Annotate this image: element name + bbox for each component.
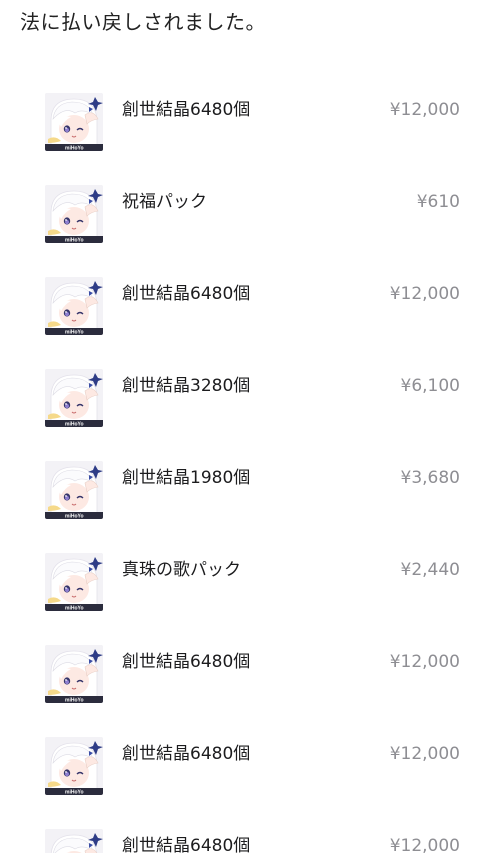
purchase-item-price: ¥3,680: [400, 468, 460, 488]
svg-text:miHoYo: miHoYo: [65, 698, 84, 703]
svg-text:miHoYo: miHoYo: [65, 514, 84, 519]
purchase-item-name: 創世結晶6480個: [122, 652, 251, 672]
purchase-item[interactable]: miHoYo 創世結晶6480個 ¥12,000: [0, 706, 480, 798]
purchase-item-price: ¥2,440: [400, 560, 460, 580]
svg-text:miHoYo: miHoYo: [65, 146, 84, 151]
purchase-item[interactable]: miHoYo 創世結晶1980個 ¥3,680: [0, 430, 480, 522]
purchase-item[interactable]: miHoYo 創世結晶6480個 ¥12,000: [0, 246, 480, 338]
purchase-item[interactable]: miHoYo 創世結晶6480個 ¥12,000: [0, 62, 480, 154]
paimon-app-icon: miHoYo: [45, 829, 103, 853]
paimon-app-icon: miHoYo: [45, 553, 103, 611]
svg-text:miHoYo: miHoYo: [65, 238, 84, 243]
purchase-item[interactable]: miHoYo 創世結晶3280個 ¥6,100: [0, 338, 480, 430]
paimon-app-icon: miHoYo: [45, 277, 103, 335]
purchase-item-price: ¥610: [416, 192, 460, 212]
purchase-item-name: 創世結晶6480個: [122, 744, 251, 764]
paimon-app-icon: miHoYo: [45, 93, 103, 151]
purchase-item[interactable]: miHoYo 創世結晶6480個 ¥12,000: [0, 614, 480, 706]
refund-purchase-history-screen: 法に払い戻しされました。 miHoYo 創世結晶6480個 ¥12,000 mi…: [0, 0, 480, 853]
purchase-item-price: ¥12,000: [389, 100, 460, 120]
purchase-item-name: 真珠の歌パック: [122, 560, 241, 580]
svg-text:miHoYo: miHoYo: [65, 422, 84, 427]
purchase-item-name: 創世結晶6480個: [122, 836, 251, 853]
paimon-app-icon: miHoYo: [45, 461, 103, 519]
purchase-item-name: 創世結晶6480個: [122, 284, 251, 304]
purchase-item-price: ¥6,100: [400, 376, 460, 396]
purchase-item[interactable]: miHoYo 真珠の歌パック ¥2,440: [0, 522, 480, 614]
purchase-item[interactable]: miHoYo 創世結晶6480個 ¥12,000: [0, 798, 480, 853]
purchase-item-price: ¥12,000: [389, 652, 460, 672]
purchase-list: miHoYo 創世結晶6480個 ¥12,000 miHoYo 祝福パック ¥6…: [0, 62, 480, 853]
purchase-item[interactable]: miHoYo 祝福パック ¥610: [0, 154, 480, 246]
purchase-item-price: ¥12,000: [389, 836, 460, 853]
purchase-item-name: 創世結晶1980個: [122, 468, 251, 488]
paimon-app-icon: miHoYo: [45, 737, 103, 795]
svg-text:miHoYo: miHoYo: [65, 330, 84, 335]
purchase-item-price: ¥12,000: [389, 744, 460, 764]
purchase-item-name: 祝福パック: [122, 192, 207, 212]
purchase-item-price: ¥12,000: [389, 284, 460, 304]
paimon-app-icon: miHoYo: [45, 645, 103, 703]
refund-notice-text: 法に払い戻しされました。: [20, 10, 266, 34]
purchase-item-name: 創世結晶6480個: [122, 100, 251, 120]
paimon-app-icon: miHoYo: [45, 369, 103, 427]
svg-text:miHoYo: miHoYo: [65, 606, 84, 611]
paimon-app-icon: miHoYo: [45, 185, 103, 243]
purchase-item-name: 創世結晶3280個: [122, 376, 251, 396]
svg-text:miHoYo: miHoYo: [65, 790, 84, 795]
